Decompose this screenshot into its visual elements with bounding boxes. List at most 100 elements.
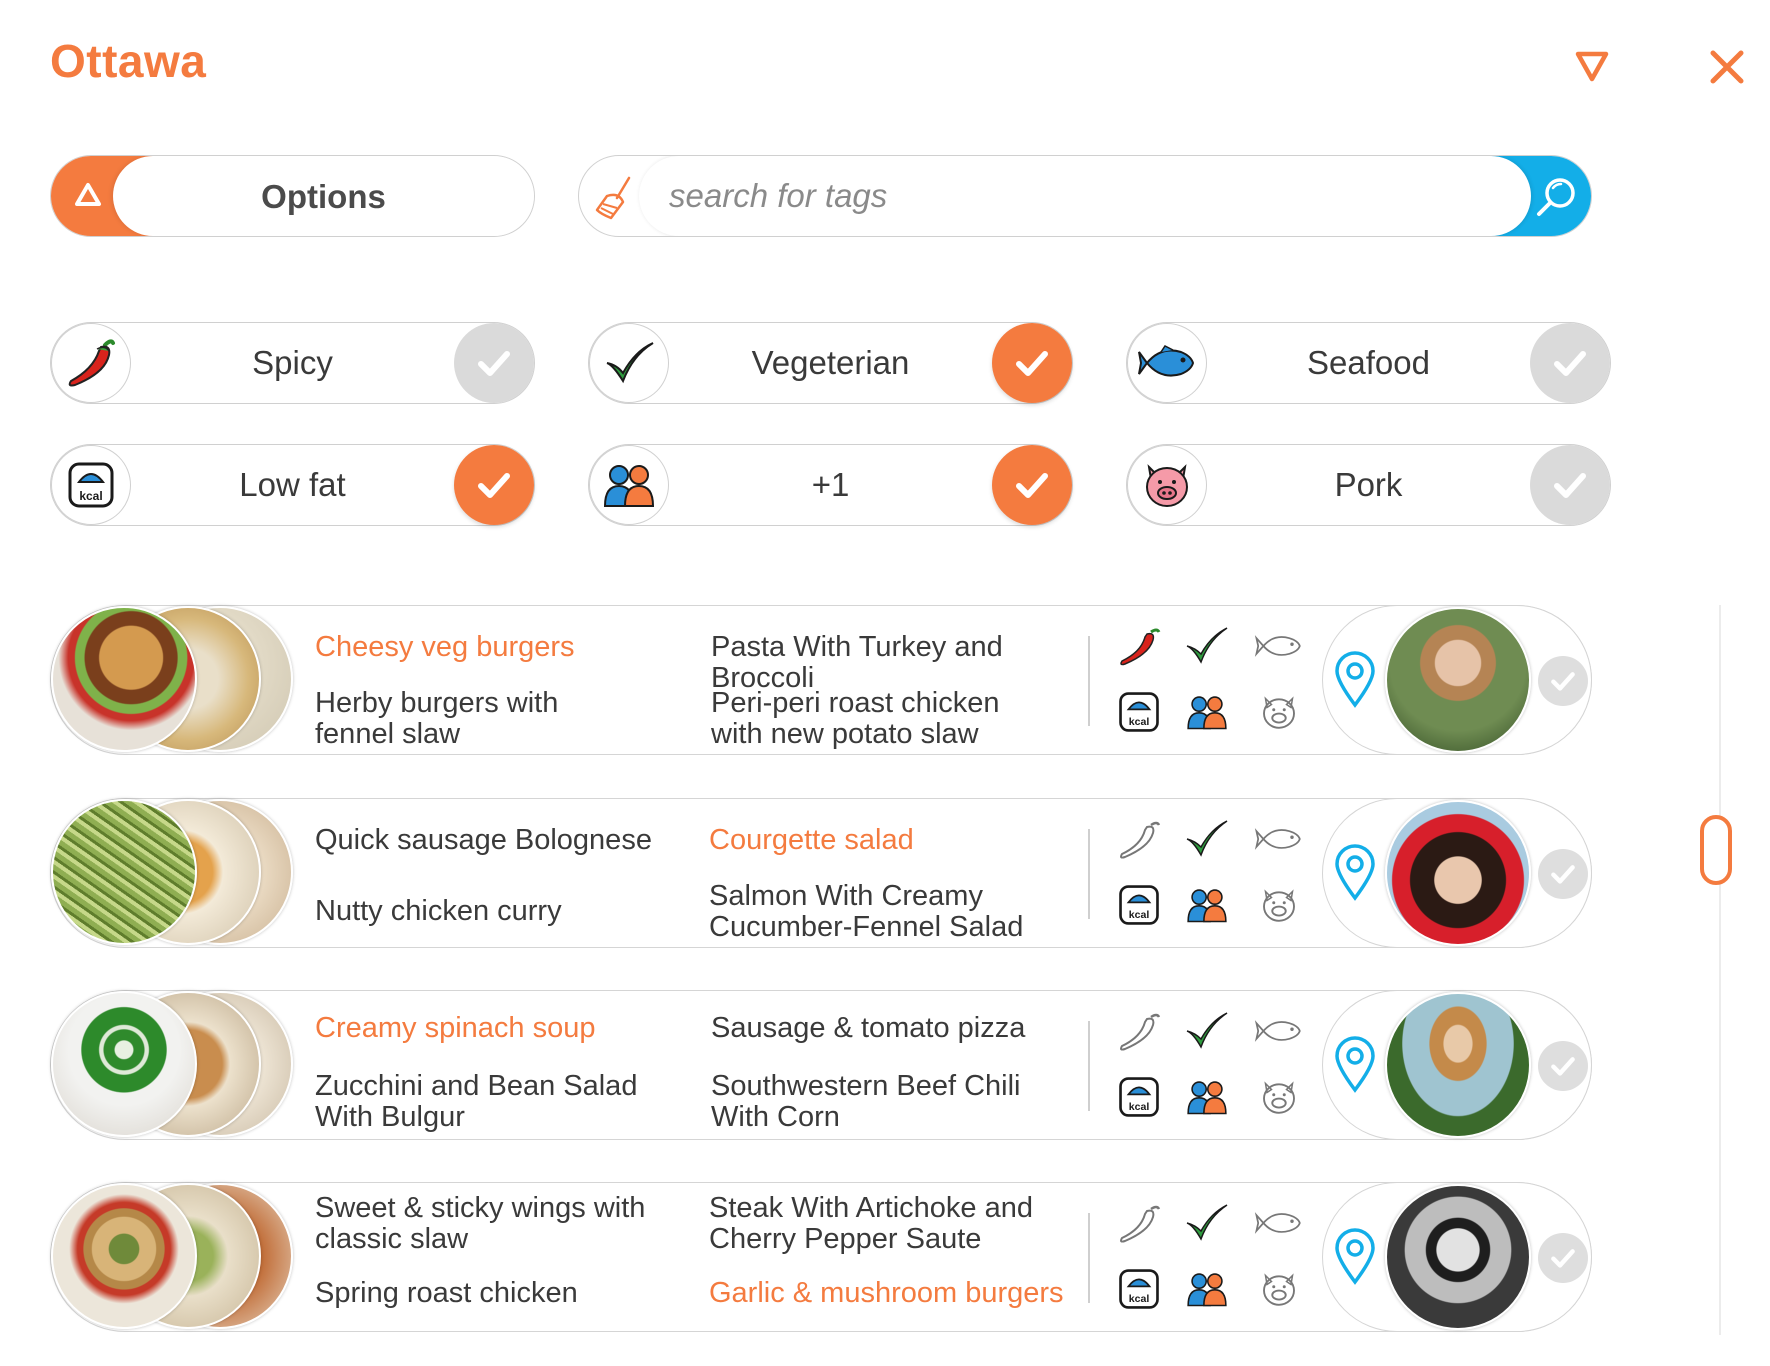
filter-checkbox[interactable] (1530, 445, 1610, 525)
row-checkbox[interactable] (1538, 1233, 1588, 1283)
filter-checkbox[interactable] (1530, 323, 1610, 403)
recipe-link[interactable]: Southwestern Beef Chili With Corn (711, 1071, 1051, 1133)
fish-icon (1253, 624, 1305, 668)
kcal-scale-icon: kcal (1113, 883, 1165, 927)
recipe-row: Cheesy veg burgers Pasta With Turkey and… (50, 605, 1592, 755)
leaf-check-icon (589, 323, 669, 403)
recipe-link[interactable]: Cheesy veg burgers (315, 632, 635, 663)
recipe-link[interactable]: Nutty chicken curry (315, 896, 655, 927)
row-checkbox[interactable] (1538, 1041, 1588, 1091)
recipe-link[interactable]: Creamy spinach soup (315, 1013, 655, 1044)
avatar[interactable] (1385, 1184, 1531, 1330)
avatar[interactable] (1385, 800, 1531, 946)
recipe-photos (51, 991, 296, 1139)
svg-text:kcal: kcal (1129, 1101, 1150, 1113)
close-icon[interactable] (1708, 48, 1746, 86)
recipe-photos (51, 606, 296, 754)
recipe-link[interactable]: Garlic & mushroom burgers (709, 1278, 1069, 1309)
recipe-link[interactable]: Quick sausage Bolognese (315, 825, 655, 856)
recipe-link[interactable]: Sweet & sticky wings with classic slaw (315, 1193, 655, 1255)
svg-text:kcal: kcal (1129, 1293, 1150, 1305)
svg-text:kcal: kcal (79, 489, 102, 503)
kcal-scale-icon: kcal (51, 445, 131, 525)
magnifier-icon (1533, 174, 1579, 225)
pig-icon (1253, 883, 1305, 927)
triangle-up-icon (73, 180, 103, 215)
people-icon (1181, 1075, 1233, 1119)
filter-label: Pork (1334, 466, 1403, 503)
location-pin-icon[interactable] (1333, 651, 1377, 714)
options-label: Options (261, 178, 386, 215)
chili-icon (51, 323, 131, 403)
row-actions (1322, 990, 1592, 1140)
chili-icon (1113, 1009, 1165, 1053)
avatar[interactable] (1385, 992, 1531, 1138)
chili-icon (1113, 817, 1165, 861)
filter-checkbox[interactable] (992, 445, 1072, 525)
recipe-link[interactable]: Zucchini and Bean Salad With Bulgur (315, 1071, 685, 1133)
kcal-scale-icon: kcal (1113, 690, 1165, 734)
row-actions (1322, 1182, 1592, 1332)
broom-icon[interactable] (589, 170, 645, 226)
row-actions (1322, 798, 1592, 948)
filter-checkbox[interactable] (992, 323, 1072, 403)
row-checkbox[interactable] (1538, 656, 1588, 706)
people-icon (1181, 883, 1233, 927)
svg-text:kcal: kcal (1129, 716, 1150, 728)
filter-low-fat: kcal Low fat (50, 444, 535, 526)
search-input[interactable] (669, 156, 1489, 236)
pig-icon (1253, 690, 1305, 734)
recipe-link[interactable]: Steak With Artichoke and Cherry Pepper S… (709, 1193, 1049, 1255)
filter-label: +1 (811, 466, 850, 503)
recipe-photo (51, 799, 197, 945)
recipe-link[interactable]: Salmon With Creamy Cucumber-Fennel Salad (709, 881, 1049, 943)
filter-label: Seafood (1307, 344, 1430, 381)
fish-icon (1253, 1009, 1305, 1053)
row-checkbox[interactable] (1538, 849, 1588, 899)
leaf-check-icon (1181, 817, 1233, 861)
filter-label: Spicy (252, 344, 333, 381)
filter-spicy: Spicy (50, 322, 535, 404)
leaf-check-icon (1181, 1009, 1233, 1053)
filter-seafood: Seafood (1126, 322, 1611, 404)
filter-checkbox[interactable] (454, 445, 534, 525)
fish-icon (1253, 817, 1305, 861)
recipe-photos (51, 799, 296, 947)
recipe-link[interactable]: Courgette salad (709, 825, 1049, 856)
recipe-link[interactable]: Herby burgers with fennel slaw (315, 688, 645, 750)
scrollbar-thumb[interactable] (1700, 815, 1732, 885)
svg-text:kcal: kcal (1129, 909, 1150, 921)
avatar[interactable] (1385, 607, 1531, 753)
scrollbar-track[interactable] (1719, 605, 1721, 1335)
location-pin-icon[interactable] (1333, 1036, 1377, 1099)
location-pin-icon[interactable] (1333, 1228, 1377, 1291)
filter-pork: Pork (1126, 444, 1611, 526)
filter-checkbox[interactable] (454, 323, 534, 403)
pig-icon (1253, 1075, 1305, 1119)
recipe-row: Sweet & sticky wings with classic slaw S… (50, 1182, 1592, 1332)
people-icon (589, 445, 669, 525)
kcal-scale-icon: kcal (1113, 1267, 1165, 1311)
recipe-photos (51, 1183, 296, 1331)
kcal-scale-icon: kcal (1113, 1075, 1165, 1119)
recipe-link[interactable]: Pasta With Turkey and Broccoli (711, 632, 1081, 694)
filter-plus-one: +1 (588, 444, 1073, 526)
leaf-check-icon (1181, 624, 1233, 668)
fish-icon (1253, 1201, 1305, 1245)
options-button[interactable]: Options (50, 155, 535, 237)
pig-icon (1253, 1267, 1305, 1311)
recipe-link[interactable]: Peri-peri roast chicken with new potato … (711, 688, 1051, 750)
recipe-link[interactable]: Spring roast chicken (315, 1278, 655, 1309)
fish-icon (1127, 323, 1207, 403)
people-icon (1181, 690, 1233, 734)
recipe-photo (51, 606, 197, 752)
filter-icon[interactable] (1574, 48, 1610, 84)
location-pin-icon[interactable] (1333, 844, 1377, 907)
filter-vegeterian: Vegeterian (588, 322, 1073, 404)
recipe-link[interactable]: Sausage & tomato pizza (711, 1013, 1051, 1044)
people-icon (1181, 1267, 1233, 1311)
chili-icon (1113, 624, 1165, 668)
leaf-check-icon (1181, 1201, 1233, 1245)
recipe-photo (51, 1183, 197, 1329)
search-bar (578, 155, 1592, 237)
